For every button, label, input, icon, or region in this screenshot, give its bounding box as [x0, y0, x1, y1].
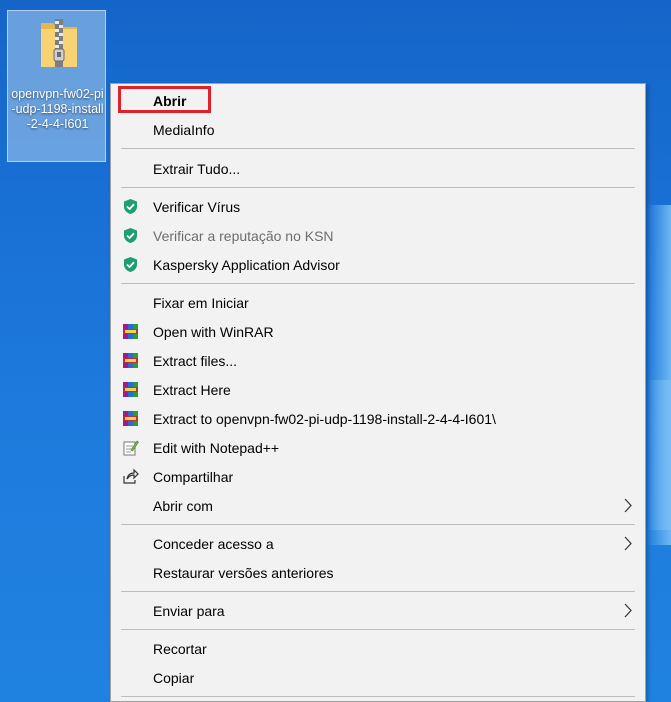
menu-item-open-with-winrar[interactable]: Open with WinRAR: [111, 317, 645, 346]
menu-item-extrair-tudo[interactable]: Extrair Tudo...: [111, 154, 645, 183]
menu-item-mediainfo[interactable]: MediaInfo: [111, 115, 645, 144]
menu-item-extract-files[interactable]: Extract files...: [111, 346, 645, 375]
menu-item-fixar-em-iniciar[interactable]: Fixar em Iniciar: [111, 288, 645, 317]
menu-item-verificar-reputacao-ksn[interactable]: Verificar a reputação no KSN: [111, 221, 645, 250]
menu-item-copiar[interactable]: Copiar: [111, 663, 645, 692]
desktop-file-label: openvpn-fw02-pi-udp-1198-install-2-4-4-I…: [11, 87, 104, 131]
share-icon: [123, 468, 139, 484]
menu-item-compartilhar[interactable]: Compartilhar: [111, 462, 645, 491]
menu-item-kaspersky-application-advisor[interactable]: Kaspersky Application Advisor: [111, 250, 645, 279]
menu-item-label: Extract to openvpn-fw02-pi-udp-1198-inst…: [153, 410, 496, 427]
notepad-plus-plus-icon: [123, 440, 139, 456]
menu-separator: [121, 629, 635, 630]
menu-item-abrir-com[interactable]: Abrir com: [111, 491, 645, 520]
winrar-icon: [123, 324, 138, 339]
menu-separator: [121, 524, 635, 525]
highlight-box: [118, 86, 211, 113]
menu-separator: [121, 187, 635, 188]
context-menu: Abrir MediaInfo Extrair Tudo... Verifica…: [110, 83, 646, 702]
desktop-window-edge-lower: [647, 380, 671, 530]
menu-separator: [121, 696, 635, 697]
menu-item-label: Enviar para: [153, 602, 225, 619]
menu-item-extract-here[interactable]: Extract Here: [111, 375, 645, 404]
menu-item-label: MediaInfo: [153, 121, 215, 138]
menu-separator: [121, 591, 635, 592]
menu-item-label: Restaurar versões anteriores: [153, 564, 334, 581]
menu-item-label: Conceder acesso a: [153, 535, 274, 552]
menu-item-label: Copiar: [153, 669, 195, 686]
menu-item-label: Extract files...: [153, 352, 238, 369]
menu-separator: [121, 148, 635, 149]
menu-item-label: Fixar em Iniciar: [153, 294, 249, 311]
menu-item-enviar-para[interactable]: Enviar para: [111, 596, 645, 625]
kaspersky-shield-icon: [124, 257, 137, 272]
chevron-right-icon: [624, 603, 632, 618]
winrar-icon: [123, 382, 138, 397]
menu-item-extract-to-folder[interactable]: Extract to openvpn-fw02-pi-udp-1198-inst…: [111, 404, 645, 433]
zip-folder-icon: [41, 19, 77, 67]
menu-item-label: Abrir com: [153, 497, 213, 514]
winrar-icon: [123, 353, 138, 368]
chevron-right-icon: [624, 498, 632, 513]
menu-item-edit-with-notepad-plus-plus[interactable]: Edit with Notepad++: [111, 433, 645, 462]
menu-item-recortar[interactable]: Recortar: [111, 634, 645, 663]
menu-item-label: Open with WinRAR: [153, 323, 274, 340]
menu-item-verificar-virus[interactable]: Verificar Vírus: [111, 192, 645, 221]
menu-separator: [121, 283, 635, 284]
menu-item-label: Extrair Tudo...: [153, 160, 241, 177]
chevron-right-icon: [624, 536, 632, 551]
menu-item-label: Edit with Notepad++: [153, 439, 280, 456]
desktop-background[interactable]: openvpn-fw02-pi-udp-1198-install-2-4-4-I…: [0, 0, 671, 702]
menu-item-label: Verificar Vírus: [153, 198, 241, 215]
menu-item-conceder-acesso-a[interactable]: Conceder acesso a: [111, 529, 645, 558]
menu-item-label: Kaspersky Application Advisor: [153, 256, 340, 273]
desktop-file-icon[interactable]: openvpn-fw02-pi-udp-1198-install-2-4-4-I…: [7, 10, 106, 162]
menu-item-label: Verificar a reputação no KSN: [153, 227, 334, 244]
menu-item-label: Extract Here: [153, 381, 231, 398]
menu-item-label: Compartilhar: [153, 468, 234, 485]
winrar-icon: [123, 411, 138, 426]
menu-item-restaurar-versoes-anteriores[interactable]: Restaurar versões anteriores: [111, 558, 645, 587]
kaspersky-shield-icon: [124, 199, 137, 214]
kaspersky-shield-icon: [124, 228, 137, 243]
menu-item-label: Recortar: [153, 640, 207, 657]
